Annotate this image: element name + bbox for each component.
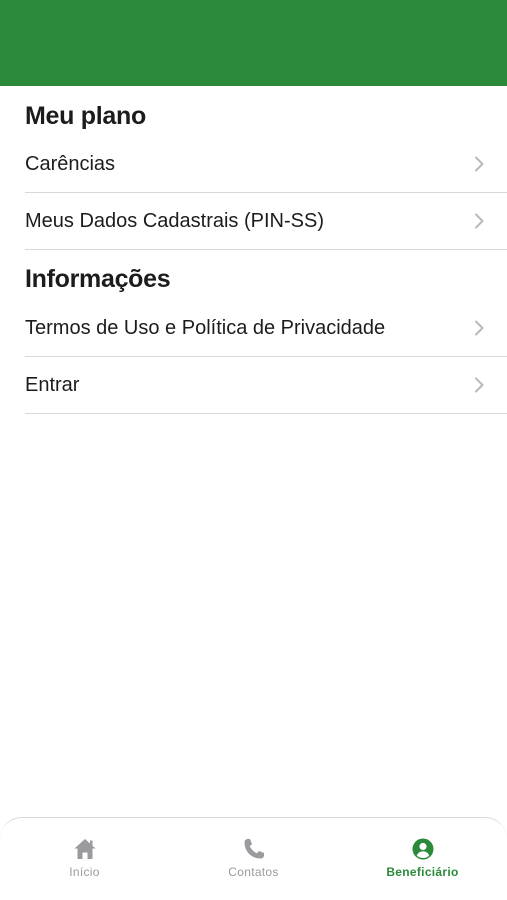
- tab-label: Início: [69, 865, 100, 879]
- tab-label: Beneficiário: [386, 865, 459, 879]
- menu-item-carencias[interactable]: Carências: [25, 136, 507, 193]
- chevron-right-icon: [475, 377, 484, 393]
- chevron-right-icon: [475, 156, 484, 172]
- tab-beneficiario[interactable]: Beneficiário: [338, 818, 507, 900]
- menu-item-label: Meus Dados Cadastrais (PIN-SS): [25, 209, 324, 232]
- chevron-right-icon: [475, 213, 484, 229]
- tab-contatos[interactable]: Contatos: [169, 818, 338, 900]
- app-header: [0, 0, 507, 86]
- bottom-tab-bar: Início Contatos Beneficiário: [0, 817, 507, 900]
- menu-item-entrar[interactable]: Entrar: [25, 357, 507, 414]
- chevron-right-icon: [475, 320, 484, 336]
- user-circle-icon: [412, 838, 433, 860]
- section-title-meu-plano: Meu plano: [25, 102, 146, 130]
- phone-icon: [244, 839, 264, 859]
- menu-item-dados-cadastrais[interactable]: Meus Dados Cadastrais (PIN-SS): [25, 193, 507, 250]
- menu-item-label: Entrar: [25, 373, 80, 396]
- home-icon: [74, 839, 95, 859]
- tab-label: Contatos: [228, 865, 279, 879]
- tab-inicio[interactable]: Início: [0, 818, 169, 900]
- menu-content: Meu plano Carências Meus Dados Cadastrai…: [0, 86, 507, 414]
- menu-item-label: Carências: [25, 152, 116, 175]
- section-title-informacoes: Informações: [25, 265, 171, 293]
- menu-item-label: Termos de Uso e Política de Privacidade: [25, 316, 386, 339]
- menu-item-termos-de-uso[interactable]: Termos de Uso e Política de Privacidade: [25, 300, 507, 357]
